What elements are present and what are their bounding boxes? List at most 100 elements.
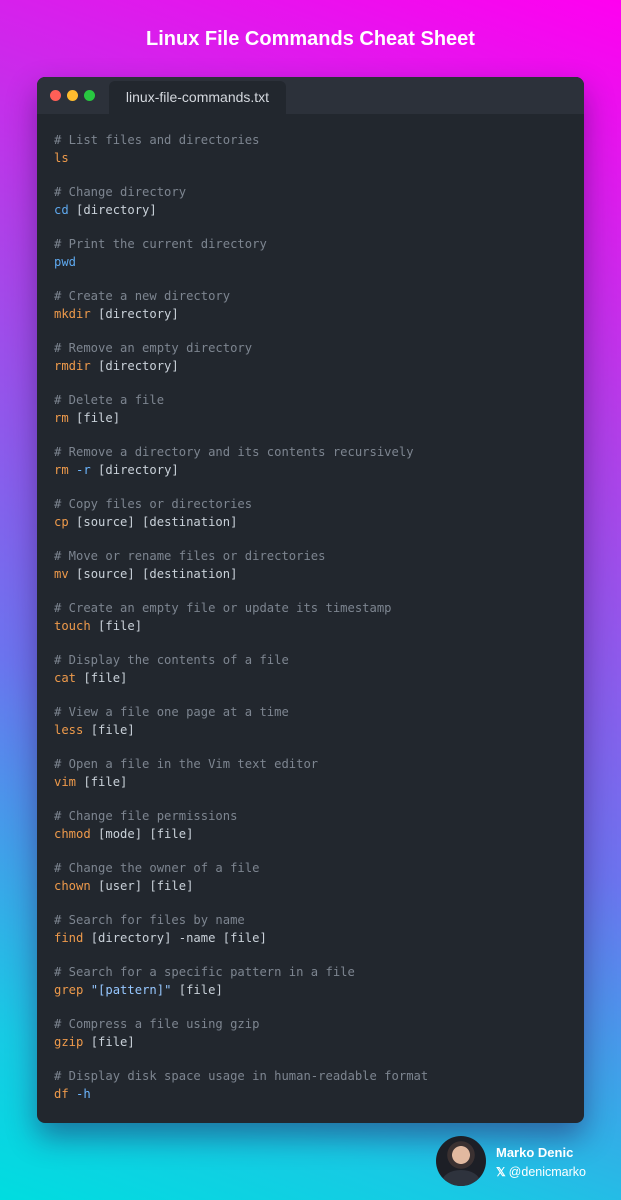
- code-entry: # Move or rename files or directories mv …: [54, 547, 574, 599]
- command-args: [directory] -name [file]: [83, 931, 267, 945]
- command-string: "[pattern]": [90, 983, 172, 997]
- command-name: mv: [54, 567, 69, 581]
- command-line: grep "[pattern]" [file]: [54, 981, 574, 999]
- command-flag: -r: [76, 463, 91, 477]
- command-name: df: [54, 1087, 69, 1101]
- x-logo-icon: 𝕏: [496, 1165, 506, 1179]
- command-line: rm [file]: [54, 409, 574, 427]
- code-entry: # Open a file in the Vim text editor vim …: [54, 755, 574, 807]
- command-line: gzip [file]: [54, 1033, 574, 1051]
- command-line: pwd: [54, 253, 574, 271]
- command-name: mkdir: [54, 307, 91, 321]
- window-titlebar: linux-file-commands.txt: [37, 77, 584, 114]
- command-args: [file]: [171, 983, 223, 997]
- code-entry: # Change the owner of a file chown [user]…: [54, 859, 574, 911]
- author-handle: @denicmarko: [508, 1165, 586, 1179]
- command-args: [mode] [file]: [90, 827, 194, 841]
- command-line: touch [file]: [54, 617, 574, 635]
- author-name: Marko Denic: [496, 1145, 574, 1160]
- code-entry: # Display the contents of a file cat [fil…: [54, 651, 574, 703]
- command-line: less [file]: [54, 721, 574, 739]
- command-args: [directory]: [90, 463, 179, 477]
- command-args: [directory]: [90, 359, 179, 373]
- command-args: [file]: [83, 723, 135, 737]
- minimize-window-icon[interactable]: [67, 90, 78, 101]
- command-line: ls: [54, 149, 574, 167]
- command-name: rm: [54, 463, 69, 477]
- command-name: cp: [54, 515, 69, 529]
- command-args: [source] [destination]: [68, 515, 238, 529]
- command-line: chmod [mode] [file]: [54, 825, 574, 843]
- code-entry: # Search for files by name find [director…: [54, 911, 574, 963]
- command-args: [directory]: [68, 203, 157, 217]
- code-entry: # Remove an empty directory rmdir [direct…: [54, 339, 574, 391]
- command-line: df -h: [54, 1085, 574, 1103]
- command-line: rmdir [directory]: [54, 357, 574, 375]
- code-entry: # Change file permissions chmod [mode] [f…: [54, 807, 574, 859]
- command-name: rmdir: [54, 359, 91, 373]
- command-args: [file]: [76, 775, 128, 789]
- code-entry: # Create an empty file or update its tim…: [54, 599, 574, 651]
- code-comment: # Create an empty file or update its tim…: [54, 601, 392, 615]
- author-handle-row: 𝕏 @denicmarko: [496, 1165, 586, 1179]
- command-args: [file]: [90, 619, 143, 633]
- command-name: rm: [54, 411, 69, 425]
- code-entry: # Remove a directory and its contents re…: [54, 443, 574, 495]
- command-name: chown: [54, 879, 91, 893]
- code-entry: # Copy files or directories cp [source] […: [54, 495, 574, 547]
- command-line: cp [source] [destination]: [54, 513, 574, 531]
- code-comment: # Change the owner of a file: [54, 861, 260, 875]
- code-comment: # Create a new directory: [54, 289, 231, 303]
- command-line: cd [directory]: [54, 201, 574, 219]
- command-line: mkdir [directory]: [54, 305, 574, 323]
- page-title: Linux File Commands Cheat Sheet: [146, 28, 475, 50]
- command-line: chown [user] [file]: [54, 877, 574, 895]
- editor-window: linux-file-commands.txt # List files and…: [37, 77, 584, 1123]
- command-line: vim [file]: [54, 773, 574, 791]
- code-content: # List files and directories ls # Change d…: [54, 131, 574, 1119]
- command-name: chmod: [54, 827, 91, 841]
- command-name: cat: [54, 671, 77, 685]
- command-line: cat [file]: [54, 669, 574, 687]
- command-args: [user] [file]: [90, 879, 194, 893]
- file-tab[interactable]: linux-file-commands.txt: [109, 81, 286, 114]
- code-comment: # Change file permissions: [54, 809, 238, 823]
- command-args: [file]: [68, 411, 121, 425]
- code-comment: # Remove an empty directory: [54, 341, 253, 355]
- command-name: ls: [54, 151, 69, 165]
- command-flag: -h: [76, 1087, 91, 1101]
- code-entry: # Print the current directory pwd: [54, 235, 574, 287]
- command-name: less: [54, 723, 84, 737]
- maximize-window-icon[interactable]: [84, 90, 95, 101]
- code-entry: # List files and directories ls: [54, 131, 574, 183]
- code-comment: # Delete a file: [54, 393, 165, 407]
- command-line: rm -r [directory]: [54, 461, 574, 479]
- code-entry: # Search for a specific pattern in a fil…: [54, 963, 574, 1015]
- code-comment: # Print the current directory: [54, 237, 267, 251]
- code-comment: # Copy files or directories: [54, 497, 253, 511]
- command-name: pwd: [54, 255, 77, 269]
- command-args: [file]: [76, 671, 128, 685]
- close-window-icon[interactable]: [50, 90, 61, 101]
- command-name: vim: [54, 775, 77, 789]
- code-comment: # Move or rename files or directories: [54, 549, 326, 563]
- code-comment: # Display the contents of a file: [54, 653, 289, 667]
- code-comment: # Compress a file using gzip: [54, 1017, 260, 1031]
- command-name: cd: [54, 203, 69, 217]
- command-name: find: [54, 931, 84, 945]
- code-entry: # Change directory cd [directory]: [54, 183, 574, 235]
- code-comment: # Search for files by name: [54, 913, 245, 927]
- code-comment: # List files and directories: [54, 133, 260, 147]
- command-args: [file]: [83, 1035, 135, 1049]
- command-line: find [directory] -name [file]: [54, 929, 574, 947]
- command-args: [source] [destination]: [68, 567, 238, 581]
- code-entry: # View a file one page at a time less [fi…: [54, 703, 574, 755]
- command-name: gzip: [54, 1035, 84, 1049]
- author-card: Marko Denic 𝕏 @denicmarko: [436, 1136, 616, 1186]
- command-name: grep: [54, 983, 84, 997]
- code-comment: # Display disk space usage in human-read…: [54, 1069, 429, 1083]
- code-entry: # Create a new directory mkdir [directory…: [54, 287, 574, 339]
- code-entry: # Display disk space usage in human-read…: [54, 1067, 574, 1119]
- command-line: mv [source] [destination]: [54, 565, 574, 583]
- code-comment: # Remove a directory and its contents re…: [54, 445, 414, 459]
